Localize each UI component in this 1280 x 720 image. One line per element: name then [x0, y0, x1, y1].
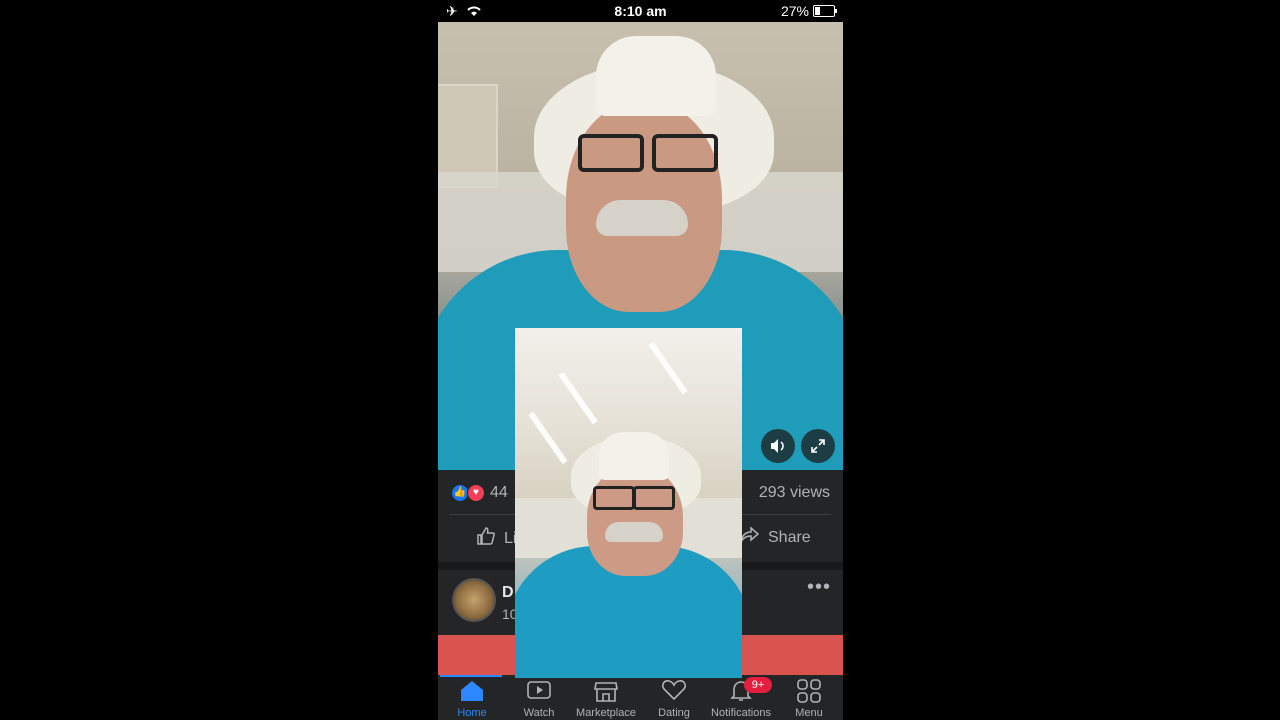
post-author-name[interactable]: D — [502, 584, 514, 602]
nav-label: Marketplace — [576, 707, 636, 719]
avatar[interactable] — [452, 578, 496, 622]
reaction-count[interactable]: 44 — [490, 484, 508, 502]
share-icon — [740, 526, 760, 549]
like-button[interactable]: Li — [476, 526, 516, 551]
fullscreen-icon[interactable] — [801, 429, 835, 463]
view-count: 293 views — [758, 484, 830, 501]
battery-percent: 27% — [780, 3, 809, 19]
notification-badge: 9+ — [744, 677, 772, 693]
marketplace-icon — [592, 679, 620, 703]
nav-label: Watch — [523, 707, 555, 719]
nav-label: Dating — [658, 707, 690, 719]
like-icon — [476, 526, 496, 551]
nav-watch[interactable]: Watch — [505, 675, 573, 720]
bottom-navigation: Home Watch Marketplace Dating 9+ Notific… — [438, 675, 843, 720]
nav-label: Menu — [795, 707, 823, 719]
share-button[interactable]: Share — [740, 526, 811, 549]
share-label: Share — [768, 528, 811, 546]
volume-icon[interactable] — [761, 429, 795, 463]
home-icon — [458, 679, 486, 703]
nav-label: Notifications — [711, 707, 771, 719]
nav-label: Home — [457, 707, 487, 719]
status-bar: ✈ 8:10 am 27% — [438, 0, 843, 22]
battery-icon — [813, 5, 837, 17]
nav-menu[interactable]: Menu — [775, 675, 843, 720]
dating-icon — [660, 679, 688, 703]
nav-marketplace[interactable]: Marketplace — [572, 675, 640, 720]
love-reaction-icon: ♥ — [467, 484, 485, 502]
picture-in-picture-video[interactable] — [515, 328, 742, 678]
nav-notifications[interactable]: 9+ Notifications — [706, 675, 776, 720]
menu-grid-icon — [795, 679, 823, 703]
nav-dating[interactable]: Dating — [640, 675, 708, 720]
nav-home[interactable]: Home — [438, 675, 506, 720]
watch-icon — [525, 679, 553, 703]
more-options-icon[interactable]: ••• — [807, 576, 831, 599]
